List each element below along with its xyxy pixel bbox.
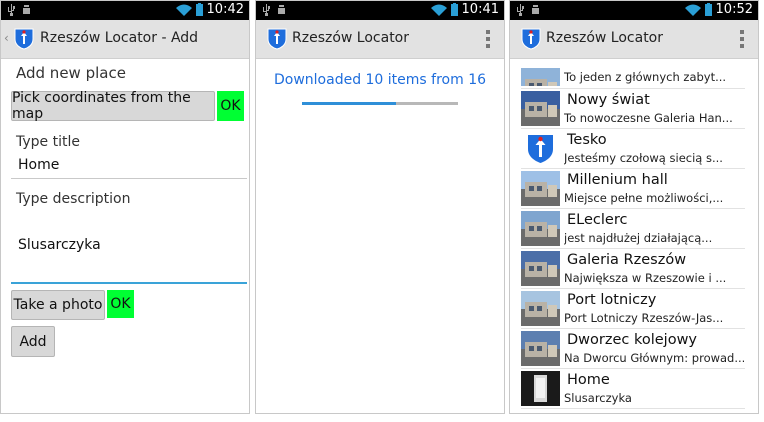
place-title: Galeria Rzeszów [567, 252, 687, 268]
place-title: Dworzec kolejowy [567, 332, 698, 348]
action-bar: ‹ Rzeszów Locator - Add [1, 20, 249, 59]
usb-icon [8, 4, 15, 16]
download-status-text: Downloaded 10 items from 16 [273, 72, 487, 88]
status-bar: 10:41 [256, 1, 504, 20]
place-thumbnail [521, 371, 560, 406]
list-item[interactable]: To jeden z głównych zabyt... [521, 68, 745, 89]
place-thumbnail [521, 251, 560, 286]
pick-coordinates-button[interactable]: Pick coordinates from the map [11, 90, 215, 122]
status-bar: 10:52 [510, 1, 758, 20]
place-title: Tesko [567, 132, 607, 148]
title-label: Type title [16, 134, 80, 150]
list-item[interactable]: Port lotniczy Port Lotniczy Rzeszów-Jas..… [521, 289, 745, 329]
place-description: Jesteśmy czołową siecią s... [564, 151, 723, 165]
place-title: ELeclerc [567, 212, 628, 228]
description-label: Type description [16, 191, 131, 207]
app-logo-icon[interactable] [521, 28, 541, 50]
overflow-menu-icon[interactable] [486, 30, 490, 48]
list-item[interactable]: ELeclerc jest najdłużej działającą... [521, 209, 745, 249]
add-screen: 10:42 ‹ Rzeszów Locator - Add Add new pl… [0, 0, 250, 414]
place-title: Nowy świat [567, 92, 650, 108]
place-description: Miejsce pełne możliwości,... [564, 191, 724, 205]
photo-ok-badge: OK [107, 290, 134, 318]
list-item[interactable]: Millenium hall Miejsce pełne możliwości,.… [521, 169, 745, 209]
form-heading: Add new place [16, 64, 126, 82]
place-description: Największa w Rzeszowie i ... [564, 271, 727, 285]
place-thumbnail [521, 131, 560, 166]
action-bar: Rzeszów Locator [256, 20, 504, 59]
place-title: Port lotniczy [567, 292, 657, 308]
list-item[interactable]: Dworzec kolejowy Na Dworcu Głównym: prowa… [521, 329, 745, 369]
battery-icon [195, 3, 203, 16]
usb-icon [263, 4, 270, 16]
clock: 10:42 [206, 2, 244, 17]
description-field[interactable]: Slusarczyka [11, 237, 247, 284]
places-list-screen: 10:52 Rzeszów Locator To jeden z głównyc… [509, 0, 759, 414]
place-description: jest najdłużej działającą... [564, 231, 713, 245]
places-list: To jeden z głównych zabyt... Nowy świat To… [521, 68, 745, 409]
place-title: Home [567, 372, 610, 388]
place-thumbnail [521, 171, 560, 206]
android-debug-icon [532, 5, 539, 14]
place-thumbnail [521, 91, 560, 126]
battery-icon [704, 3, 712, 16]
place-thumbnail [521, 68, 560, 86]
place-description: Na Dworcu Głównym: prowad... [564, 351, 744, 365]
wifi-icon [430, 4, 447, 16]
wifi-icon [684, 4, 701, 16]
page-title: Rzeszów Locator [546, 30, 664, 46]
title-field[interactable]: Home [11, 157, 247, 179]
back-caret-icon[interactable]: ‹ [4, 31, 9, 45]
place-description: Slusarczyka [564, 391, 632, 405]
add-button[interactable]: Add [11, 326, 55, 357]
download-progress-bar [302, 102, 458, 105]
place-description: To nowoczesne Galeria Han... [564, 111, 733, 125]
list-item[interactable]: Tesko Jesteśmy czołową siecią s... [521, 129, 745, 169]
place-title: Millenium hall [567, 172, 668, 188]
usb-icon [517, 4, 524, 16]
download-screen: 10:41 Rzeszów Locator Downloaded 10 item… [255, 0, 505, 414]
battery-icon [450, 3, 458, 16]
action-bar: Rzeszów Locator [510, 20, 758, 59]
download-progress-fill [302, 102, 396, 105]
status-bar: 10:42 [1, 1, 249, 20]
page-title: Rzeszów Locator - Add [40, 30, 199, 46]
place-thumbnail [521, 291, 560, 326]
list-item[interactable]: Home Slusarczyka [521, 369, 745, 409]
place-description: Port Lotniczy Rzeszów-Jas... [564, 311, 724, 325]
list-item[interactable]: Nowy świat To nowoczesne Galeria Han... [521, 89, 745, 129]
clock: 10:52 [715, 2, 753, 17]
android-debug-icon [23, 5, 30, 14]
app-logo-icon[interactable] [267, 28, 287, 50]
wifi-icon [175, 4, 192, 16]
place-thumbnail [521, 331, 560, 366]
page-title: Rzeszów Locator [292, 30, 410, 46]
list-item[interactable]: Galeria Rzeszów Największa w Rzeszowie i … [521, 249, 745, 289]
overflow-menu-icon[interactable] [740, 30, 744, 48]
take-photo-button[interactable]: Take a photo [11, 290, 105, 320]
coordinates-ok-badge: OK [217, 91, 244, 121]
place-thumbnail [521, 211, 560, 246]
app-logo-icon[interactable] [14, 28, 34, 50]
android-debug-icon [278, 5, 285, 14]
clock: 10:41 [461, 2, 499, 17]
place-description: To jeden z głównych zabyt... [564, 70, 727, 84]
